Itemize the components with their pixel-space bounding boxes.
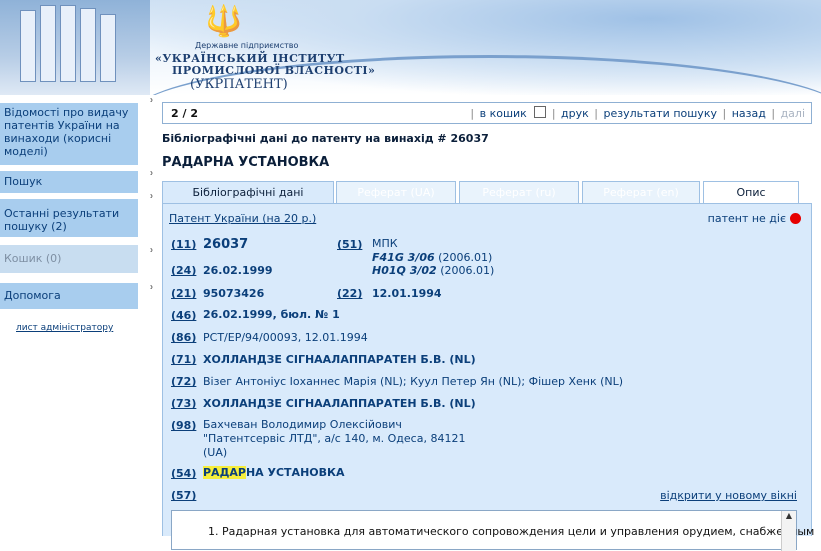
curl-icon: ʾ xyxy=(149,170,154,186)
patent-number: 26037 xyxy=(203,237,249,252)
sidebar-item-cart: Кошик (0) ʾ xyxy=(0,245,154,273)
sidebar-item-recent-results[interactable]: Останні результати пошуку (2) ʾ xyxy=(0,194,154,237)
applicant: ХОЛЛАНДЗЕ СІГНААЛАППАРАТЕН Б.В. (NL) xyxy=(203,353,476,366)
field-code-24[interactable]: (24) xyxy=(171,264,196,277)
tab-abstract-ru[interactable]: Реферат (ru) xyxy=(459,181,579,203)
ipc-code: H01Q 3/02 xyxy=(372,264,437,277)
representative-name: Бахчеван Володимир Олексійович xyxy=(203,418,402,431)
sidebar-item-label: Кошик (0) xyxy=(4,252,62,265)
sidebar-item-grants[interactable]: Відомості про видачу патентів України на… xyxy=(0,98,154,165)
patent-status: патент не діє xyxy=(708,212,801,225)
sidebar: Відомості про видачу патентів України на… xyxy=(0,95,154,536)
scroll-up-icon[interactable]: ▲ xyxy=(786,511,792,520)
field-code-57[interactable]: (57) xyxy=(171,489,196,502)
field-code-51[interactable]: (51) xyxy=(337,238,362,251)
filing-date: 12.01.1994 xyxy=(372,287,442,300)
tab-abstract-ua[interactable]: Реферат (UA) xyxy=(336,181,456,203)
claims-text: 1. Радарная установка для автоматическог… xyxy=(208,525,815,538)
search-highlight: РАДАР xyxy=(203,466,246,479)
inventors: Візег Антоніус Іоханнес Марія (NL); Куул… xyxy=(203,375,624,388)
tab-abstract-en[interactable]: Реферат (en) xyxy=(582,181,700,203)
tab-label: Бібліографічні дані xyxy=(192,186,304,199)
ipc-version: (2006.01) xyxy=(438,251,493,264)
ipc-class-1: F41G 3/06 (2006.01) xyxy=(372,251,492,264)
field-code-86[interactable]: (86) xyxy=(171,331,196,344)
application-number: 95073426 xyxy=(203,287,265,300)
header-building-image xyxy=(0,0,150,95)
tab-label: Опис xyxy=(736,186,766,199)
search-results-link[interactable]: результати пошуку xyxy=(604,107,717,120)
field-code-21[interactable]: (21) xyxy=(171,287,196,300)
tab-description[interactable]: Опис xyxy=(703,181,799,203)
curl-icon: ʾ xyxy=(149,284,154,300)
owner: ХОЛЛАНДЗЕ СІГНААЛАППАРАТЕН Б.В. (NL) xyxy=(203,397,476,410)
ipc-version: (2006.01) xyxy=(440,264,495,277)
tab-label: Реферат (ru) xyxy=(482,186,556,199)
field-code-54[interactable]: (54) xyxy=(171,467,196,480)
add-to-cart-checkbox[interactable] xyxy=(534,106,547,118)
page-heading: Бібліографічні дані до патенту на винахі… xyxy=(162,132,489,145)
curl-icon: ʾ xyxy=(149,97,154,113)
patent-type-link[interactable]: Патент України (на 20 р.) xyxy=(169,212,316,225)
trident-icon: 🔱 xyxy=(205,4,243,39)
pct-application: PCT/EP/94/00093, 12.01.1994 xyxy=(203,331,368,344)
invention-name: РАДАРНА УСТАНОВКА xyxy=(203,466,345,479)
admin-message-link[interactable]: лист адміністратору xyxy=(16,323,113,333)
site-header: 🔱 Державне підприємство «УКРАЇНСЬКИЙ ІНС… xyxy=(0,0,821,95)
field-code-11[interactable]: (11) xyxy=(171,238,196,251)
back-link[interactable]: назад xyxy=(732,107,766,120)
logo-line2: ПРОМИСЛОВОЇ ВЛАСНОСТІ» xyxy=(172,64,376,77)
validity-date: 26.02.1999 xyxy=(203,264,273,277)
ipc-class-2: H01Q 3/02 (2006.01) xyxy=(372,264,494,277)
toolbar-actions: | в кошик | друк | результати пошуку | н… xyxy=(470,106,805,120)
logo-caption: Державне підприємство xyxy=(195,41,299,50)
claims-scrollbar[interactable]: ▲ xyxy=(781,511,796,551)
tab-label: Реферат (en) xyxy=(603,186,679,199)
sidebar-item-label: Останні результати пошуку (2) xyxy=(4,207,120,233)
next-link: далі xyxy=(780,107,805,120)
field-code-72[interactable]: (72) xyxy=(171,375,196,388)
ipc-label: МПК xyxy=(372,237,398,250)
sidebar-item-label: Пошук xyxy=(4,175,43,188)
ipc-code: F41G 3/06 xyxy=(372,251,435,264)
curl-icon: ʾ xyxy=(149,247,154,263)
sidebar-item-search[interactable]: Пошук ʾ xyxy=(0,170,154,193)
bibliographic-panel: Патент України (на 20 р.) патент не діє … xyxy=(162,203,814,551)
publication-date: 26.02.1999, бюл. № 1 xyxy=(203,308,340,321)
logo-line3: (УКРПАТЕНТ) xyxy=(190,77,288,92)
open-new-window-link[interactable]: відкрити у новому вікні xyxy=(660,489,797,502)
invention-name-rest: НА УСТАНОВКА xyxy=(245,466,345,479)
result-toolbar: 2 / 2 | в кошик | друк | результати пошу… xyxy=(162,102,812,124)
field-code-22[interactable]: (22) xyxy=(337,287,362,300)
tab-bibliographic[interactable]: Бібліографічні дані xyxy=(162,181,334,205)
page-counter: 2 / 2 xyxy=(171,107,198,120)
curl-icon: ʾ xyxy=(149,193,154,209)
to-cart-label: в кошик xyxy=(479,107,527,120)
invention-title: РАДАРНА УСТАНОВКА xyxy=(162,155,330,170)
sidebar-item-label: Допомога xyxy=(4,289,61,302)
print-link[interactable]: друк xyxy=(561,107,589,120)
field-code-73[interactable]: (73) xyxy=(171,397,196,410)
representative-country: (UA) xyxy=(203,446,228,459)
claims-textarea[interactable]: 1. Радарная установка для автоматическог… xyxy=(171,510,814,551)
field-code-98[interactable]: (98) xyxy=(171,419,196,432)
status-dot-icon xyxy=(790,213,801,224)
field-code-71[interactable]: (71) xyxy=(171,353,196,366)
tab-label: Реферат (UA) xyxy=(357,186,435,199)
representative-address: "Патентсервіс ЛТД", а/с 140, м. Одеса, 8… xyxy=(203,432,466,445)
status-text: патент не діє xyxy=(707,212,786,225)
sidebar-item-help[interactable]: Допомога ʾ xyxy=(0,283,154,309)
sidebar-item-label: Відомості про видачу патентів України на… xyxy=(4,106,129,158)
field-code-46[interactable]: (46) xyxy=(171,309,196,322)
